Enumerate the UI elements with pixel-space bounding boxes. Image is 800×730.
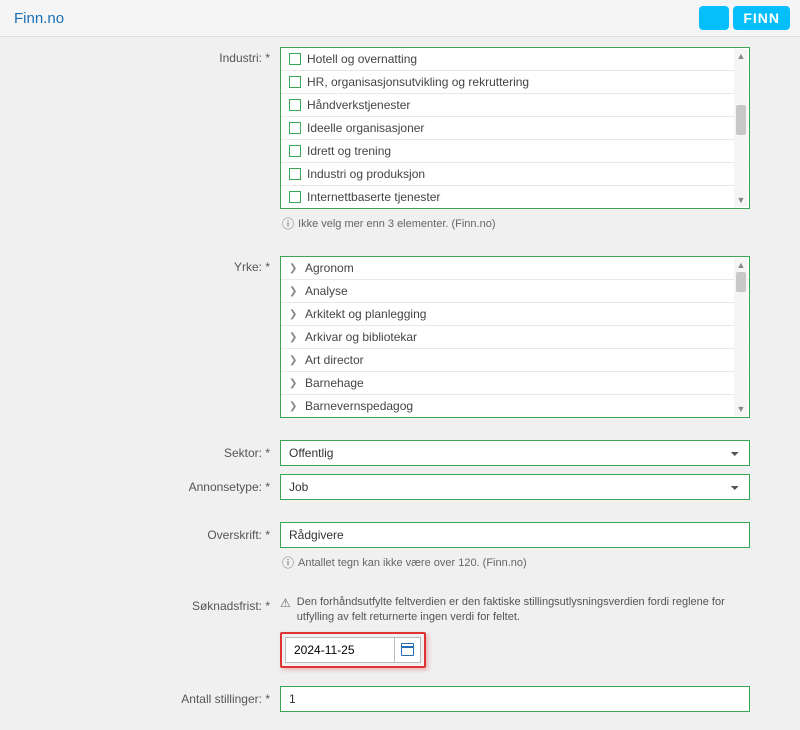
overskrift-hint: Antallet tegn kan ikke være over 120. (F… bbox=[298, 557, 527, 569]
chevron-right-icon: ❯ bbox=[289, 286, 299, 297]
yrke-item[interactable]: ❯ Analyse bbox=[281, 280, 749, 303]
chevron-right-icon: ❯ bbox=[289, 378, 299, 389]
yrke-item-label: Art director bbox=[305, 353, 364, 367]
scroll-down-icon[interactable]: ▼ bbox=[734, 402, 748, 416]
industri-item[interactable]: Håndverkstjenester bbox=[281, 94, 749, 117]
scrollbar-thumb[interactable] bbox=[736, 105, 746, 135]
checkbox-icon[interactable] bbox=[289, 191, 301, 203]
yrke-item-label: Barnehage bbox=[305, 376, 364, 390]
annonsetype-label: Annonsetype: * bbox=[10, 474, 280, 494]
industri-label: Industri: * bbox=[10, 47, 280, 65]
soknadsfrist-input[interactable] bbox=[285, 637, 395, 663]
yrke-item[interactable]: ❯ Barnehage bbox=[281, 372, 749, 395]
yrke-item-label: Arkivar og bibliotekar bbox=[305, 330, 417, 344]
industri-item[interactable]: Internettbaserte tjenester bbox=[281, 186, 749, 208]
industri-item[interactable]: Ideelle organisasjoner bbox=[281, 117, 749, 140]
yrke-item-label: Analyse bbox=[305, 284, 348, 298]
industri-item[interactable]: Hotell og overnatting bbox=[281, 48, 749, 71]
industri-hint: Ikke velg mer enn 3 elementer. (Finn.no) bbox=[298, 218, 495, 230]
logo-text: FINN bbox=[733, 6, 790, 30]
yrke-item[interactable]: ❯ Agronom bbox=[281, 257, 749, 280]
chevron-right-icon: ❯ bbox=[289, 332, 299, 343]
checkbox-icon[interactable] bbox=[289, 76, 301, 88]
page-header: Finn.no FINN bbox=[0, 0, 800, 37]
yrke-label: Yrke: * bbox=[10, 256, 280, 274]
soknadsfrist-label: Søknadsfrist: * bbox=[10, 595, 280, 613]
checkbox-icon[interactable] bbox=[289, 122, 301, 134]
industri-item-label: Ideelle organisasjoner bbox=[307, 121, 424, 135]
industri-scrollbar[interactable]: ▲ ▼ bbox=[734, 49, 748, 207]
checkbox-icon[interactable] bbox=[289, 145, 301, 157]
chevron-right-icon: ❯ bbox=[289, 263, 299, 274]
yrke-item-label: Arkitekt og planlegging bbox=[305, 307, 426, 321]
sektor-select[interactable]: Offentlig bbox=[280, 440, 750, 466]
yrke-item-label: Barnevernspedagog bbox=[305, 399, 413, 413]
soknadsfrist-warning: Den forhåndsutfylte feltverdien er den f… bbox=[297, 595, 750, 626]
form-area: Industri: * Hotell og overnatting HR, org… bbox=[0, 37, 800, 730]
checkbox-icon[interactable] bbox=[289, 99, 301, 111]
finn-logo: FINN bbox=[699, 6, 790, 30]
industri-item[interactable]: HR, organisasjonsutvikling og rekrutteri… bbox=[281, 71, 749, 94]
overskrift-input[interactable] bbox=[280, 522, 750, 548]
soknadsfrist-highlight bbox=[280, 632, 426, 668]
scroll-up-icon[interactable]: ▲ bbox=[734, 258, 748, 272]
checkbox-icon[interactable] bbox=[289, 168, 301, 180]
sektor-label: Sektor: * bbox=[10, 440, 280, 460]
yrke-item[interactable]: ❯ Arkivar og bibliotekar bbox=[281, 326, 749, 349]
industri-item-label: Internettbaserte tjenester bbox=[307, 190, 440, 204]
checkbox-icon[interactable] bbox=[289, 53, 301, 65]
page-title: Finn.no bbox=[14, 10, 64, 27]
industri-item[interactable]: Idrett og trening bbox=[281, 140, 749, 163]
yrke-listbox[interactable]: ❯ Agronom ❯ Analyse ❯ Arkitekt og planlegging… bbox=[280, 256, 750, 418]
calendar-button[interactable] bbox=[395, 637, 421, 663]
yrke-item[interactable]: ❯ Barnevernspedagog bbox=[281, 395, 749, 417]
chevron-right-icon: ❯ bbox=[289, 309, 299, 320]
scroll-up-icon[interactable]: ▲ bbox=[734, 49, 748, 63]
industri-listbox[interactable]: Hotell og overnatting HR, organisasjonsut… bbox=[280, 47, 750, 209]
chevron-right-icon: ❯ bbox=[289, 401, 299, 412]
yrke-item-label: Agronom bbox=[305, 261, 354, 275]
industri-item-label: HR, organisasjonsutvikling og rekrutteri… bbox=[307, 75, 529, 89]
overskrift-label: Overskrift: * bbox=[10, 522, 280, 542]
industri-item[interactable]: Industri og produksjon bbox=[281, 163, 749, 186]
industri-item-label: Industri og produksjon bbox=[307, 167, 425, 181]
chevron-right-icon: ❯ bbox=[289, 355, 299, 366]
annonsetype-select[interactable]: Job bbox=[280, 474, 750, 500]
industri-item-label: Håndverkstjenester bbox=[307, 98, 410, 112]
scroll-down-icon[interactable]: ▼ bbox=[734, 193, 748, 207]
industri-item-label: Idrett og trening bbox=[307, 144, 391, 158]
yrke-item[interactable]: ❯ Arkitekt og planlegging bbox=[281, 303, 749, 326]
warning-icon bbox=[280, 595, 291, 626]
industri-item-label: Hotell og overnatting bbox=[307, 52, 417, 66]
calendar-icon bbox=[401, 643, 414, 656]
antall-stillinger-label: Antall stillinger: * bbox=[10, 686, 280, 706]
logo-square-icon bbox=[699, 6, 729, 30]
info-icon bbox=[282, 554, 294, 571]
scrollbar-thumb[interactable] bbox=[736, 272, 746, 292]
info-icon bbox=[282, 215, 294, 232]
yrke-item[interactable]: ❯ Art director bbox=[281, 349, 749, 372]
yrke-scrollbar[interactable]: ▲ ▼ bbox=[734, 258, 748, 416]
antall-stillinger-input[interactable] bbox=[280, 686, 750, 712]
